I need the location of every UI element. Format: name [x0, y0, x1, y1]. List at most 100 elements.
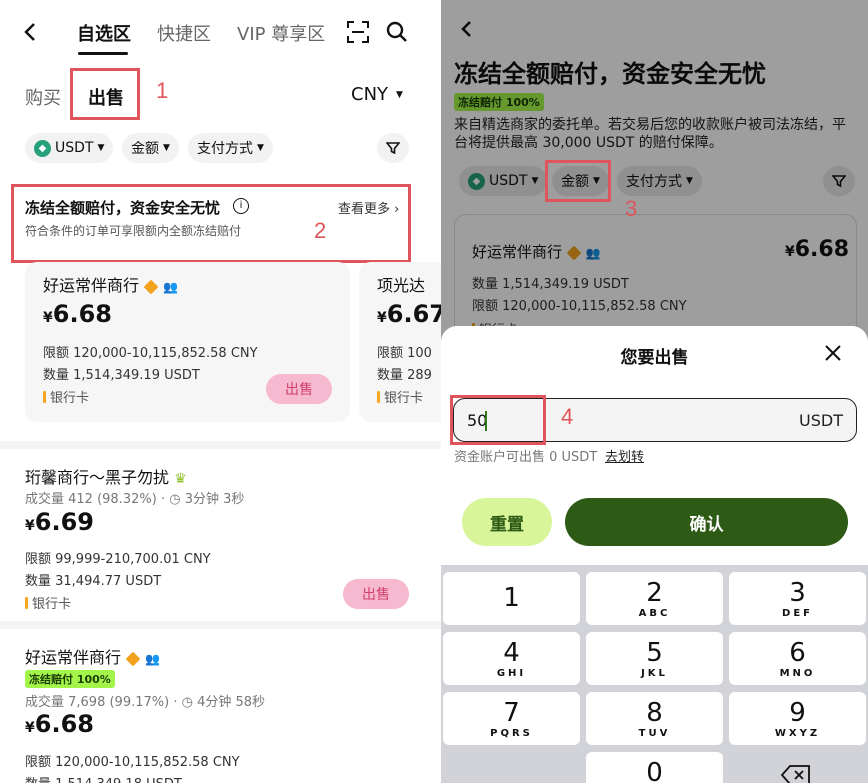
- chevron-down-icon: ▼: [163, 143, 170, 153]
- trade-stats: 成交量 412 (98.32%) · ◷ 3分钟 3秒: [25, 488, 244, 507]
- key-8[interactable]: 8 TUV: [586, 692, 723, 745]
- key-4[interactable]: 4 GHI: [443, 632, 580, 685]
- dot-separator: ·: [160, 492, 166, 507]
- transfer-link[interactable]: 去划转: [605, 446, 644, 465]
- quantity-text: 数量 1,514,349.18 USDT: [25, 773, 182, 783]
- key-1[interactable]: 1: [443, 572, 580, 625]
- currency-selector[interactable]: CNY ▼: [351, 84, 403, 105]
- search-icon[interactable]: [385, 20, 409, 44]
- tab-favorites[interactable]: 自选区: [77, 20, 131, 46]
- payment-bar-icon: [43, 390, 46, 403]
- limit-text: 限额 120,000-10,115,852.58 CNY: [25, 755, 240, 770]
- available-balance: 资金账户可出售 0 USDT: [454, 450, 598, 465]
- list-item[interactable]: 好运常伴商行 👥 冻结赔付 100% 成交量 7,698 (99.17%) · …: [0, 630, 441, 783]
- merchant-name-text: 好运常伴商行: [43, 276, 140, 295]
- key-letters: TUV: [638, 728, 671, 739]
- payment-bar-icon: [377, 390, 380, 403]
- key-3[interactable]: 3 DEF: [729, 572, 866, 625]
- amount-unit: USDT: [799, 411, 843, 430]
- people-icon: 👥: [163, 280, 179, 294]
- sell-button[interactable]: 出售: [343, 579, 409, 609]
- merchant-name: 珩馨商行～黑子勿扰 ♛: [25, 464, 187, 488]
- back-arrow-icon[interactable]: [22, 22, 38, 42]
- merchant-name-text: 珩馨商行～黑子勿扰: [25, 468, 170, 487]
- sheet-title: 您要出售: [620, 348, 689, 368]
- currency-symbol: ¥: [43, 310, 53, 326]
- tab-vip[interactable]: VIP 尊享区: [237, 20, 325, 46]
- key-digit: 4: [503, 638, 520, 668]
- key-digit: 2: [646, 578, 663, 608]
- coin-filter[interactable]: ◆ USDT ▼: [25, 133, 114, 163]
- limit-text: 限额 120,000-10,115,852.58 CNY: [43, 346, 258, 361]
- key-digit: 3: [789, 578, 806, 608]
- filter-funnel-button[interactable]: [377, 133, 409, 163]
- limit-text-2: 限额 100: [377, 346, 432, 361]
- section-divider: [0, 441, 441, 449]
- payment-method-2: 银行卡: [377, 387, 423, 406]
- close-icon[interactable]: [824, 344, 842, 362]
- section-divider: [0, 621, 441, 629]
- merchant-name: 好运常伴商行 👥: [43, 272, 178, 296]
- backspace-icon[interactable]: [780, 764, 811, 783]
- scan-icon[interactable]: [346, 20, 370, 44]
- key-9[interactable]: 9 WXYZ: [729, 692, 866, 745]
- price-value: 6.68: [52, 300, 112, 328]
- payment-filter[interactable]: 支付方式 ▼: [188, 133, 273, 163]
- right-screen: 冻结全额赔付，资金安全无忧 冻结赔付 100% 来自精选商家的委托单。若交易后您…: [441, 0, 868, 783]
- buy-tab[interactable]: 购买: [25, 84, 61, 110]
- annotation-label-3: 3: [625, 196, 638, 221]
- key-6[interactable]: 6 MNO: [729, 632, 866, 685]
- clock-icon: ◷: [169, 492, 181, 507]
- offer-price: ¥6.69: [25, 508, 94, 536]
- featured-offer-card-2[interactable]: 项光达 ¥6.67 限额 100 数量 289 银行卡: [359, 262, 441, 422]
- annotation-box-1: [70, 68, 140, 120]
- key-0[interactable]: 0: [586, 752, 723, 783]
- coin-filter-label: USDT: [55, 140, 94, 156]
- key-letters: WXYZ: [774, 728, 821, 739]
- release-time: 3分钟 3秒: [184, 492, 245, 507]
- currency-label: CNY: [351, 84, 389, 105]
- clock-icon: ◷: [181, 695, 193, 710]
- amount-filter[interactable]: 金额 ▼: [122, 133, 179, 163]
- price-value: 6.68: [34, 710, 94, 738]
- payment-label: 银行卡: [32, 597, 72, 612]
- key-letters: GHI: [496, 668, 527, 679]
- chevron-down-icon: ▼: [97, 143, 105, 153]
- amount-filter-label: 金额: [131, 141, 159, 157]
- featured-offer-card[interactable]: 好运常伴商行 👥 ¥6.68 限额 120,000-10,115,852.58 …: [25, 262, 350, 422]
- offer-price-2: ¥6.67: [377, 300, 441, 328]
- list-item[interactable]: 珩馨商行～黑子勿扰 ♛ 成交量 412 (98.32%) · ◷ 3分钟 3秒 …: [0, 450, 441, 620]
- quantity-text: 数量 31,494.77 USDT: [25, 574, 162, 589]
- tab-quick[interactable]: 快捷区: [157, 20, 211, 46]
- currency-symbol: ¥: [25, 720, 35, 736]
- annotation-box-4: [450, 395, 546, 445]
- reset-button[interactable]: 重置: [462, 498, 552, 546]
- payment-method: 银行卡: [43, 387, 89, 406]
- numeric-keypad: 1 2 ABC 3 DEF 4 GHI 5 JKL 6 MNO 7 PQRS 8 TUV 9W…: [441, 565, 868, 783]
- key-5[interactable]: 5 JKL: [586, 632, 723, 685]
- quantity-text-2: 数量 289: [377, 368, 432, 383]
- annotation-box-3: [545, 160, 611, 202]
- dot-separator: ·: [173, 695, 178, 710]
- diamond-badge-icon: [125, 651, 141, 666]
- limit-text: 限额 99,999-210,700.01 CNY: [25, 552, 211, 567]
- chevron-down-icon: ▼: [257, 143, 264, 153]
- payment-label: 银行卡: [50, 391, 90, 406]
- key-2[interactable]: 2 ABC: [586, 572, 723, 625]
- key-7[interactable]: 7 PQRS: [443, 692, 580, 745]
- annotation-box-2: [11, 184, 411, 263]
- active-tab-underline: [78, 52, 128, 55]
- key-digit: 9: [789, 698, 806, 728]
- confirm-button[interactable]: 确认: [565, 498, 848, 546]
- payment-label: 银行卡: [384, 391, 424, 406]
- quantity-text: 数量 1,514,349.19 USDT: [43, 368, 200, 383]
- key-digit: 1: [503, 583, 520, 613]
- currency-symbol: ¥: [25, 518, 35, 534]
- key-digit: 6: [789, 638, 806, 668]
- payment-bar-icon: [25, 596, 28, 609]
- trade-stats: 成交量 7,698 (99.17%) · ◷ 4分钟 58秒: [25, 691, 265, 710]
- payment-filter-label: 支付方式: [197, 141, 253, 157]
- people-icon: 👥: [145, 652, 161, 666]
- trade-stats-text: 成交量 412 (98.32%): [25, 492, 157, 507]
- sell-button[interactable]: 出售: [266, 374, 332, 404]
